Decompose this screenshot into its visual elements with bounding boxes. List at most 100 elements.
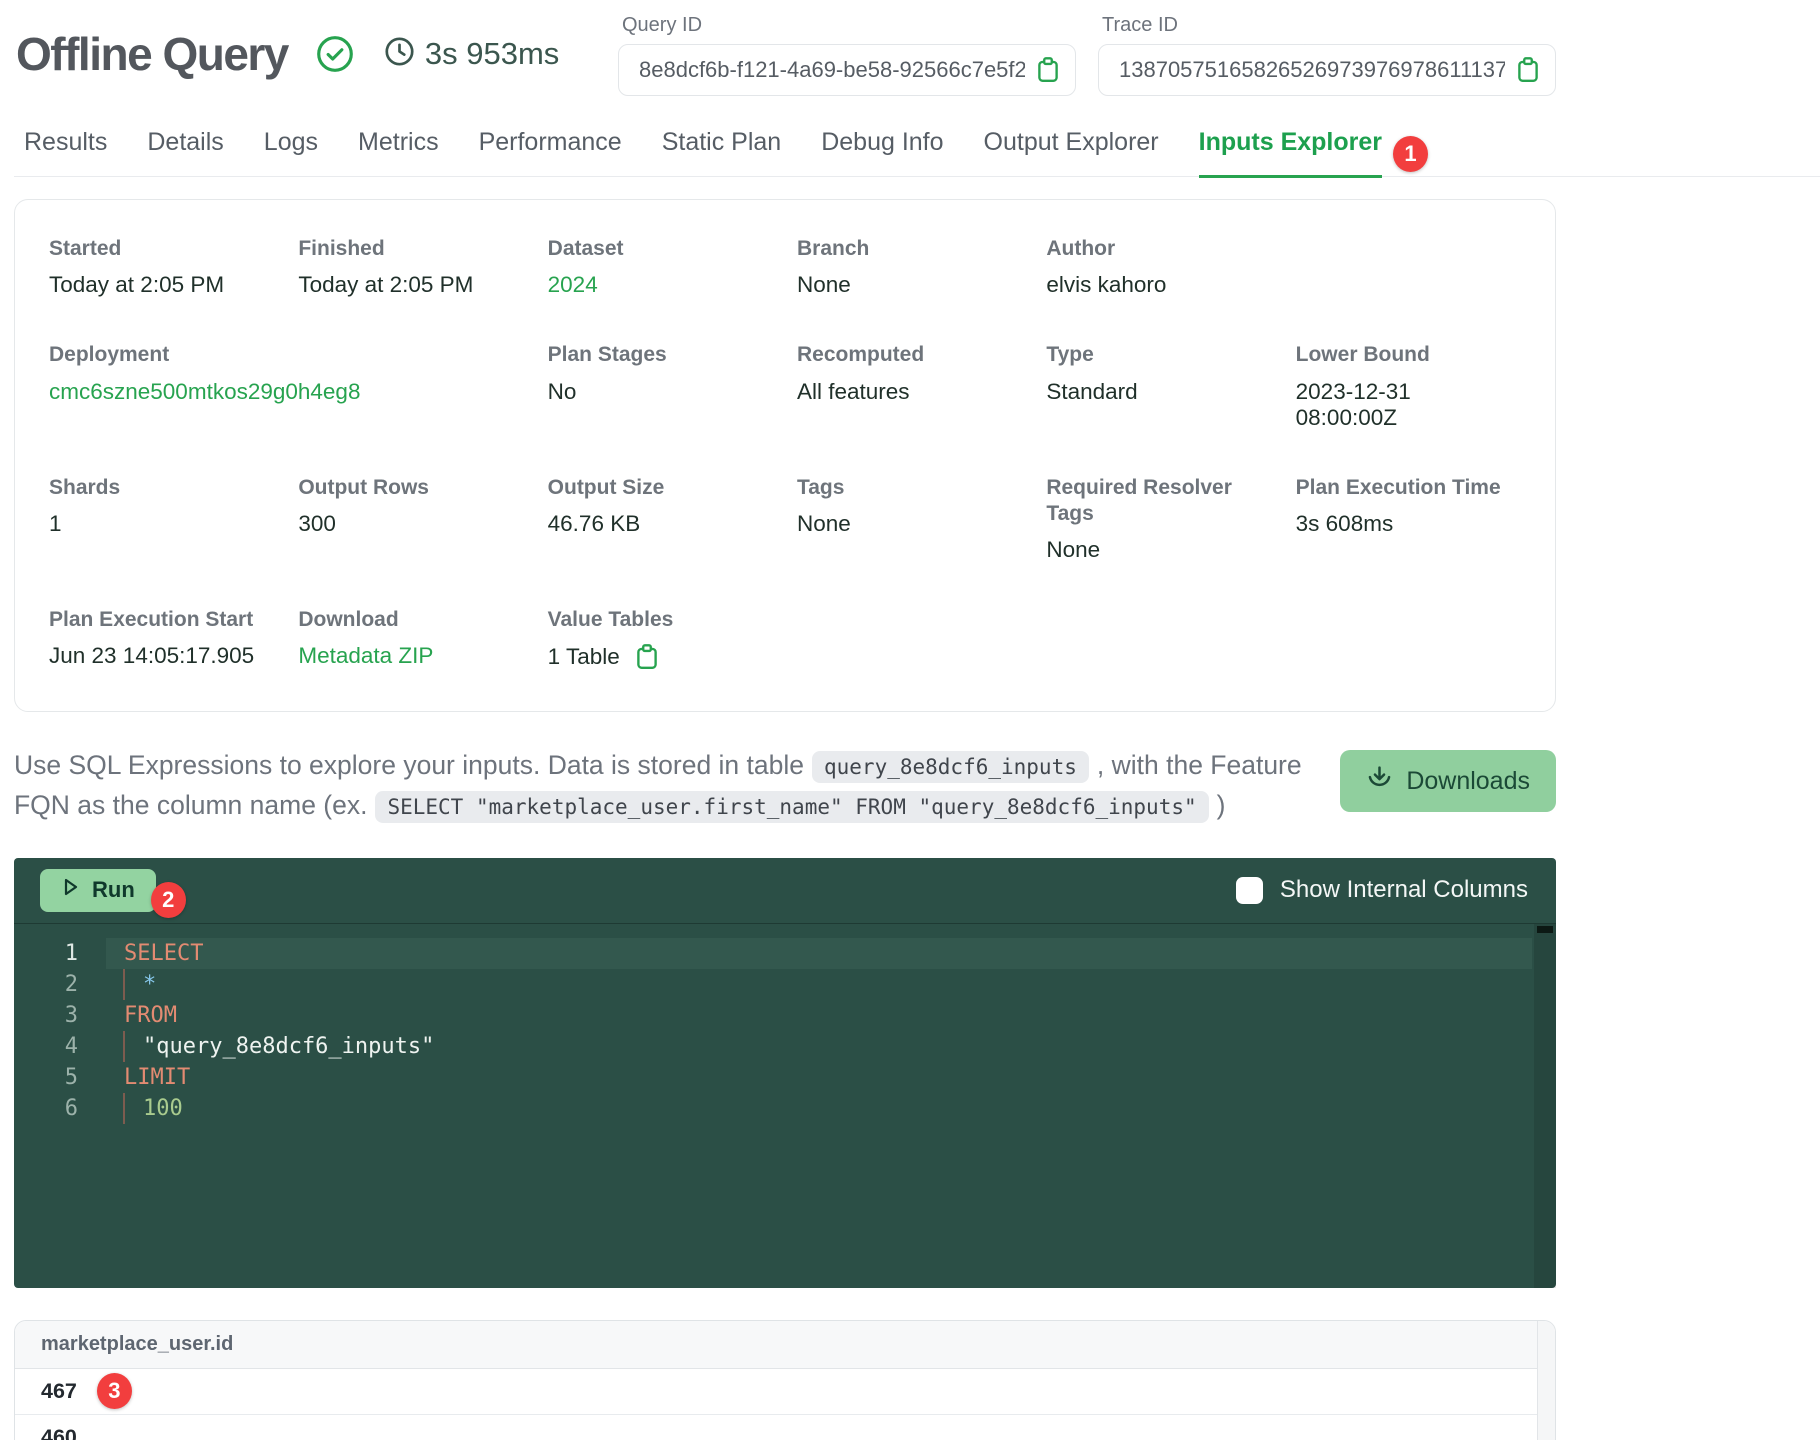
query-id-label: Query ID bbox=[622, 14, 1076, 37]
code-line-2: 2* bbox=[14, 969, 1556, 1000]
meta-value-text: None bbox=[797, 272, 851, 298]
tab-output-explorer[interactable]: Output Explorer bbox=[984, 120, 1159, 176]
line-number: 6 bbox=[14, 1096, 106, 1121]
line-code: 100 bbox=[106, 1096, 1556, 1121]
duration-group: 3s 953ms bbox=[384, 36, 559, 72]
meta-value-link[interactable]: 2024 bbox=[548, 272, 797, 298]
line-number: 1 bbox=[14, 941, 106, 966]
meta-label: Plan Execution Time bbox=[1296, 475, 1516, 501]
meta-value-text: Jun 23 14:05:17.905 bbox=[49, 643, 254, 669]
meta-label: Shards bbox=[49, 475, 269, 501]
copy-icon[interactable] bbox=[1515, 56, 1541, 84]
meta-value-text: 2023-12-31 08:00:00Z bbox=[1296, 379, 1411, 431]
downloads-button[interactable]: Downloads bbox=[1340, 750, 1556, 812]
tab-results[interactable]: Results bbox=[24, 120, 107, 176]
tab-label: Results bbox=[24, 128, 107, 156]
line-code: FROM bbox=[106, 1003, 1556, 1028]
line-number: 4 bbox=[14, 1034, 106, 1059]
query-duration: 3s 953ms bbox=[425, 36, 559, 72]
meta-value: 46.76 KB bbox=[548, 511, 797, 537]
downloads-button-label: Downloads bbox=[1406, 767, 1530, 796]
meta-value: Jun 23 14:05:17.905 bbox=[49, 643, 298, 669]
meta-label: Deployment bbox=[49, 342, 269, 368]
sql-editor: Run 2 Show Internal Columns 1SELECT2* 3 FR… bbox=[14, 858, 1556, 1288]
meta-value-text: 46.76 KB bbox=[548, 511, 641, 537]
meta-label: Finished bbox=[298, 236, 518, 262]
meta-value-text: Standard bbox=[1046, 379, 1137, 405]
meta-value-link[interactable]: Metadata ZIP bbox=[298, 643, 547, 669]
meta-label: Lower Bound bbox=[1296, 342, 1516, 368]
meta-value-text: 2024 bbox=[548, 272, 598, 298]
meta-value-text: 1 Table bbox=[548, 644, 620, 670]
example-query-chip: SELECT "marketplace_user.first_name" FRO… bbox=[375, 791, 1208, 823]
table-column-header: marketplace_user.id bbox=[15, 1321, 1555, 1369]
table-scrollbar[interactable] bbox=[1537, 1321, 1555, 1440]
meta-field-output-size: Output Size 46.76 KB bbox=[548, 475, 797, 564]
tab-details[interactable]: Details bbox=[147, 120, 223, 176]
editor-scrollbar-thumb[interactable] bbox=[1537, 926, 1553, 933]
download-icon bbox=[1366, 764, 1393, 798]
indent-guide bbox=[123, 1031, 125, 1062]
sql-token-keyword: FROM bbox=[124, 1003, 177, 1028]
tab-label: Inputs Explorer bbox=[1199, 128, 1382, 156]
copy-icon[interactable] bbox=[1035, 56, 1061, 84]
internal-columns-checkbox[interactable] bbox=[1236, 877, 1263, 904]
query-id-field: Query ID 8e8dcf6b-f121-4a69-be58-92566c7… bbox=[618, 14, 1076, 96]
tab-metrics[interactable]: Metrics bbox=[358, 120, 439, 176]
run-button[interactable]: Run bbox=[40, 869, 156, 912]
meta-value-link[interactable]: cmc6szne500mtkos29g0h4eg8 bbox=[49, 379, 548, 405]
tab-label: Metrics bbox=[358, 128, 439, 156]
line-number: 5 bbox=[14, 1065, 106, 1090]
line-code: "query_8e8dcf6_inputs" bbox=[106, 1034, 1556, 1059]
instructions-segment: Use SQL Expressions to explore your inpu… bbox=[14, 750, 804, 780]
show-internal-columns-toggle[interactable]: Show Internal Columns bbox=[1236, 876, 1528, 904]
meta-label: Type bbox=[1046, 342, 1266, 368]
meta-value: Today at 2:05 PM bbox=[49, 272, 298, 298]
cell-value: 460 bbox=[41, 1425, 77, 1440]
meta-field-started: Started Today at 2:05 PM bbox=[49, 236, 298, 298]
meta-value: None bbox=[797, 272, 1046, 298]
meta-field-value-tables: Value Tables1 Table bbox=[548, 607, 797, 671]
tab-static-plan[interactable]: Static Plan bbox=[662, 120, 782, 176]
line-number: 3 bbox=[14, 1003, 106, 1028]
trace-id-field: Trace ID 1387057516582652697397697861113… bbox=[1098, 14, 1556, 96]
meta-field-branch: BranchNone bbox=[797, 236, 1046, 298]
tab-bar: Results Details Logs Metrics Performance Stat… bbox=[14, 120, 1820, 177]
meta-label: Recomputed bbox=[797, 342, 1017, 368]
meta-field-tags: TagsNone bbox=[797, 475, 1046, 564]
trace-id-input[interactable]: 138705751658265269739769786111375... bbox=[1098, 44, 1556, 96]
code-line-4: 4"query_8e8dcf6_inputs" bbox=[14, 1031, 1556, 1062]
tab-performance[interactable]: Performance bbox=[479, 120, 622, 176]
tab-debug-info[interactable]: Debug Info bbox=[821, 120, 943, 176]
meta-label: Output Size bbox=[548, 475, 768, 501]
clock-icon bbox=[384, 36, 415, 72]
meta-label: Started bbox=[49, 236, 269, 262]
trace-id-label: Trace ID bbox=[1102, 14, 1556, 37]
annotation-badge-2: 2 bbox=[151, 882, 186, 918]
indent-guide bbox=[123, 969, 125, 1000]
meta-value: 3s 608ms bbox=[1296, 511, 1545, 537]
editor-toolbar: Run 2 Show Internal Columns bbox=[14, 858, 1556, 924]
meta-value: None bbox=[1046, 537, 1295, 563]
meta-field-deployment: Deployment cmc6szne500mtkos29g0h4eg8 bbox=[49, 342, 548, 430]
meta-label: Plan Execution Start bbox=[49, 607, 269, 633]
query-metadata-panel: Started Today at 2:05 PMFinishedToday at … bbox=[14, 199, 1556, 712]
sql-code-area[interactable]: 1SELECT2*3FROM4"query_8e8dcf6_inputs"5LI… bbox=[14, 924, 1556, 1288]
meta-value-text: All features bbox=[797, 379, 910, 405]
code-line-1: 1SELECT bbox=[14, 938, 1556, 969]
code-line-5: 5LIMIT bbox=[14, 1062, 1556, 1093]
meta-value: None bbox=[797, 511, 1046, 537]
meta-value-text: cmc6szne500mtkos29g0h4eg8 bbox=[49, 379, 360, 405]
meta-value: Standard bbox=[1046, 379, 1295, 405]
copy-icon[interactable] bbox=[634, 643, 660, 671]
meta-value-text: 1 bbox=[49, 511, 62, 537]
tab-logs[interactable]: Logs bbox=[264, 120, 318, 176]
meta-value-text: 3s 608ms bbox=[1296, 511, 1394, 537]
query-id-input[interactable]: 8e8dcf6b-f121-4a69-be58-92566c7e5f29 bbox=[618, 44, 1076, 96]
tab-inputs-explorer[interactable]: Inputs Explorer1 bbox=[1199, 120, 1382, 178]
page-header: Offline Query 3s 953ms Query ID bbox=[14, 0, 1556, 96]
trace-id-value: 138705751658265269739769786111375... bbox=[1119, 57, 1505, 83]
code-line-3: 3 FROM bbox=[14, 1000, 1556, 1031]
meta-value: 2023-12-31 08:00:00Z bbox=[1296, 379, 1545, 431]
line-number: 2 bbox=[14, 972, 106, 997]
